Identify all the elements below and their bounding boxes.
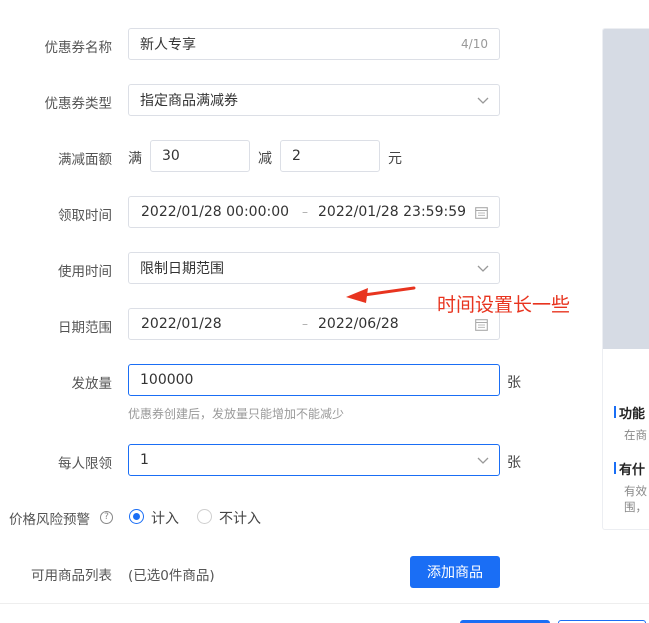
use-time-label: 使用时间 bbox=[58, 264, 112, 280]
products-summary: (已选0件商品) bbox=[128, 568, 215, 584]
add-product-button[interactable]: 添加商品 bbox=[410, 556, 500, 588]
calendar-icon bbox=[475, 319, 488, 331]
chevron-down-icon bbox=[477, 265, 489, 272]
radio-exclude[interactable] bbox=[197, 509, 212, 524]
help-icon[interactable]: ? bbox=[100, 511, 113, 524]
claim-time-range-picker[interactable]: 2022/01/28 00:00:00 – 2022/01/28 23:59:5… bbox=[128, 196, 500, 228]
quantity-unit: 张 bbox=[507, 375, 521, 391]
side-section-text-2b: 围， bbox=[624, 500, 647, 514]
date-range-end[interactable]: 2022/06/28 bbox=[318, 316, 399, 332]
products-label: 可用商品列表 bbox=[31, 568, 112, 584]
coupon-name-value: 新人专享 bbox=[140, 37, 196, 53]
date-range-start[interactable]: 2022/01/28 bbox=[141, 316, 222, 332]
use-time-select[interactable]: 限制日期范围 bbox=[128, 252, 500, 284]
price-risk-label: 价格风险预警 bbox=[9, 512, 90, 528]
side-section-text-1: 在商 bbox=[624, 428, 647, 442]
coupon-type-select[interactable]: 指定商品满减券 bbox=[128, 84, 500, 116]
side-section-title-2: 有什 bbox=[613, 459, 645, 478]
claim-time-end[interactable]: 2022/01/28 23:59:59 bbox=[318, 204, 466, 220]
discount-suffix: 元 bbox=[388, 151, 402, 167]
coupon-preview-image bbox=[603, 29, 649, 349]
date-range-label: 日期范围 bbox=[58, 320, 112, 336]
per-person-value: 1 bbox=[140, 452, 149, 468]
threshold-value: 30 bbox=[162, 148, 180, 164]
radio-exclude-label[interactable]: 不计入 bbox=[219, 508, 261, 528]
coupon-name-label: 优惠券名称 bbox=[44, 40, 113, 56]
coupon-type-label: 优惠券类型 bbox=[44, 96, 113, 112]
radio-include[interactable] bbox=[129, 509, 144, 524]
annotation-arrow-icon bbox=[346, 286, 416, 303]
coupon-type-value: 指定商品满减券 bbox=[140, 93, 238, 109]
quantity-hint: 优惠券创建后，发放量只能增加不能减少 bbox=[128, 407, 345, 421]
discount-prefix: 满 bbox=[128, 151, 142, 167]
chevron-down-icon bbox=[477, 457, 489, 464]
coupon-name-input[interactable]: 新人专享 4/10 bbox=[128, 28, 500, 60]
amount-input[interactable]: 2 bbox=[280, 140, 380, 172]
per-person-unit: 张 bbox=[507, 455, 521, 471]
date-range-separator: – bbox=[302, 317, 308, 331]
preview-side-panel: 功能 在商 有什 有效 围， bbox=[602, 28, 649, 530]
radio-include-label[interactable]: 计入 bbox=[151, 508, 179, 528]
footer-bar bbox=[0, 603, 649, 623]
claim-time-start[interactable]: 2022/01/28 00:00:00 bbox=[141, 204, 289, 220]
per-person-select[interactable]: 1 bbox=[128, 444, 500, 476]
per-person-label: 每人限领 bbox=[58, 456, 112, 472]
quantity-value: 100000 bbox=[140, 372, 194, 388]
claim-time-label: 领取时间 bbox=[58, 208, 112, 224]
annotation-text: 时间设置长一些 bbox=[437, 294, 571, 316]
calendar-icon bbox=[475, 207, 488, 219]
quantity-input[interactable]: 100000 bbox=[128, 364, 500, 396]
amount-value: 2 bbox=[292, 148, 301, 164]
threshold-input[interactable]: 30 bbox=[150, 140, 250, 172]
quantity-label: 发放量 bbox=[71, 376, 113, 392]
side-section-text-2a: 有效 bbox=[624, 484, 647, 498]
use-time-value: 限制日期范围 bbox=[140, 261, 224, 277]
chevron-down-icon bbox=[477, 97, 489, 104]
claim-time-separator: – bbox=[302, 205, 308, 219]
discount-middle: 减 bbox=[258, 151, 272, 167]
side-section-title-1: 功能 bbox=[613, 403, 645, 422]
coupon-name-counter: 4/10 bbox=[461, 37, 488, 51]
discount-label: 满减面额 bbox=[58, 152, 112, 168]
